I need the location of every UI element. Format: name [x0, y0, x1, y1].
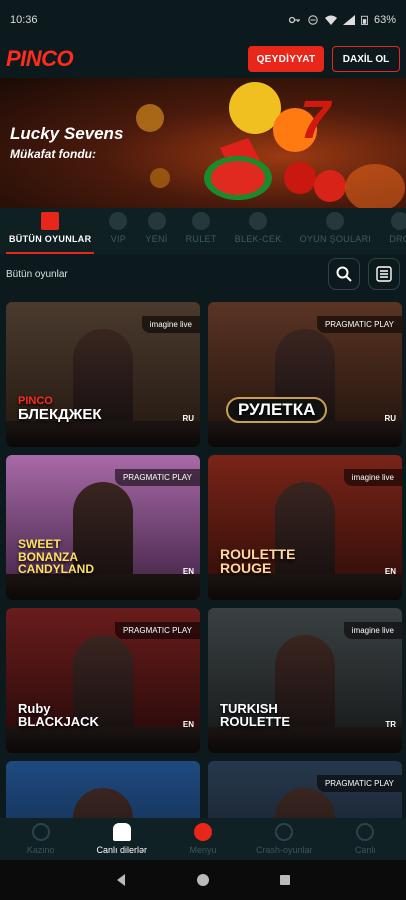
provider-badge: PRAGMATIC PLAY	[114, 622, 200, 639]
tab-label: YENİ	[145, 234, 168, 244]
login-button[interactable]: DAXİL OL	[332, 46, 400, 72]
language-badge: RU	[384, 414, 396, 423]
rocket-icon	[275, 823, 294, 841]
game-title: Ruby BLACKJACK	[18, 700, 99, 730]
key-icon	[288, 16, 300, 24]
tab-blackjack[interactable]: BLEK-CEK	[226, 208, 291, 254]
filter-bar: Bütün oyunlar	[0, 254, 406, 294]
tab-roulette[interactable]: RULET	[177, 208, 226, 254]
table-surface	[6, 727, 200, 753]
battery-icon	[361, 15, 368, 25]
dealer-icon	[112, 823, 131, 841]
drop-icon	[390, 212, 406, 230]
svg-text:7: 7	[300, 90, 333, 150]
game-title: SWEET BONANZA CANDYLAND	[18, 537, 94, 577]
dnd-icon	[308, 15, 318, 25]
new-badge-icon	[147, 212, 166, 230]
live-icon	[356, 823, 375, 841]
table-surface	[6, 574, 200, 600]
list-icon	[376, 266, 392, 282]
nav-live-dealers[interactable]: Canlı dilerlər	[81, 818, 162, 860]
language-badge: EN	[182, 567, 194, 576]
tab-label: DRO	[389, 234, 406, 244]
language-badge: TR	[385, 720, 396, 729]
app-header: PINCO QEYDİYYAT DAXİL OL	[0, 40, 406, 78]
tab-label: RULET	[185, 234, 217, 244]
grid-icon	[41, 212, 60, 230]
search-icon	[336, 266, 352, 282]
game-card[interactable]: PRAGMATIC PLAY SWEET BONANZA CANDYLAND E…	[6, 455, 200, 600]
cards-icon	[249, 212, 268, 230]
language-badge: EN	[384, 567, 396, 576]
tab-all-games[interactable]: BÜTÜN OYUNLAR	[0, 208, 100, 254]
wheel-icon	[326, 212, 345, 230]
roulette-icon	[192, 212, 211, 230]
pinco-logo[interactable]: PINCO	[6, 46, 74, 72]
home-icon[interactable]	[196, 873, 210, 887]
casino-chip-icon	[31, 823, 50, 841]
game-title: ROULETTE ROUGE	[220, 545, 296, 577]
tab-drops[interactable]: DRO	[380, 208, 406, 254]
game-card[interactable]: imagine live PINCO БЛЕКДЖЕК RU	[6, 302, 200, 447]
provider-badge: imagine live	[141, 316, 200, 333]
tab-label: BLEK-CEK	[234, 234, 282, 244]
register-button[interactable]: QEYDİYYAT	[248, 46, 324, 72]
provider-badge: imagine live	[343, 469, 402, 486]
status-time: 10:36	[10, 14, 38, 26]
tab-label: BÜTÜN OYUNLAR	[9, 234, 92, 244]
gear-chip-icon	[109, 212, 128, 230]
tab-game-shows[interactable]: OYUN ŞOULARI	[291, 208, 381, 254]
nav-live[interactable]: Canlı	[325, 818, 406, 860]
target-icon	[194, 823, 212, 841]
nav-crash-games[interactable]: Crash-oyunlar	[244, 818, 325, 860]
game-title: РУЛЕТКА	[226, 397, 328, 423]
game-title: TURKISH ROULETTE	[220, 700, 291, 730]
auth-buttons: QEYDİYYAT DAXİL OL	[248, 46, 400, 72]
filter-label: Bütün oyunlar	[6, 268, 68, 280]
system-nav-bar	[0, 860, 406, 900]
table-surface	[208, 727, 402, 753]
promo-banner[interactable]: 7 Lucky Sevens Mükafat fondu:	[0, 78, 406, 208]
status-bar: 10:36 63%	[0, 0, 406, 40]
nav-casino[interactable]: Kazino	[0, 818, 81, 860]
game-card[interactable]: PRAGMATIC PLAY РУЛЕТКА RU	[208, 302, 402, 447]
signal-icon	[342, 15, 355, 25]
table-surface	[6, 421, 200, 447]
table-surface	[208, 574, 402, 600]
bottom-nav: Kazino Canlı dilerlər Menyu Crash-oyunla…	[0, 818, 406, 860]
banner-title: Lucky Sevens	[10, 124, 124, 143]
provider-badge: PRAGMATIC PLAY	[114, 469, 200, 486]
nav-menu[interactable]: Menyu	[162, 818, 243, 860]
game-card[interactable]: imagine live TURKISH ROULETTE TR	[208, 608, 402, 753]
wifi-icon	[324, 15, 337, 25]
battery-level: 63%	[373, 14, 396, 26]
recents-icon[interactable]	[278, 873, 292, 887]
tab-label: VIP	[110, 234, 127, 244]
game-card[interactable]: imagine live ROULETTE ROUGE EN	[208, 455, 402, 600]
search-button[interactable]	[328, 258, 360, 290]
game-card[interactable]: PRAGMATIC PLAY Ruby BLACKJACK EN	[6, 608, 200, 753]
tab-vip[interactable]: VIP	[100, 208, 136, 254]
game-grid: imagine live PINCO БЛЕКДЖЕК RU PRAGMATIC…	[6, 302, 402, 900]
game-title: PINCO БЛЕКДЖЕК	[18, 394, 102, 424]
status-icons: 63%	[288, 14, 396, 26]
provider-badge: PRAGMATIC PLAY	[316, 775, 402, 792]
filter-button[interactable]	[368, 258, 400, 290]
banner-subtitle: Mükafat fondu:	[10, 147, 96, 161]
tab-new[interactable]: YENİ	[136, 208, 176, 254]
table-surface	[208, 421, 402, 447]
provider-badge: PRAGMATIC PLAY	[316, 316, 402, 333]
tab-label: OYUN ŞOULARI	[299, 234, 372, 244]
back-icon[interactable]	[114, 873, 128, 887]
language-badge: EN	[182, 720, 194, 729]
category-tabs: BÜTÜN OYUNLAR VIP YENİ RULET BLEK-CEK OY…	[0, 208, 406, 254]
language-badge: RU	[182, 414, 194, 423]
provider-badge: imagine live	[343, 622, 402, 639]
